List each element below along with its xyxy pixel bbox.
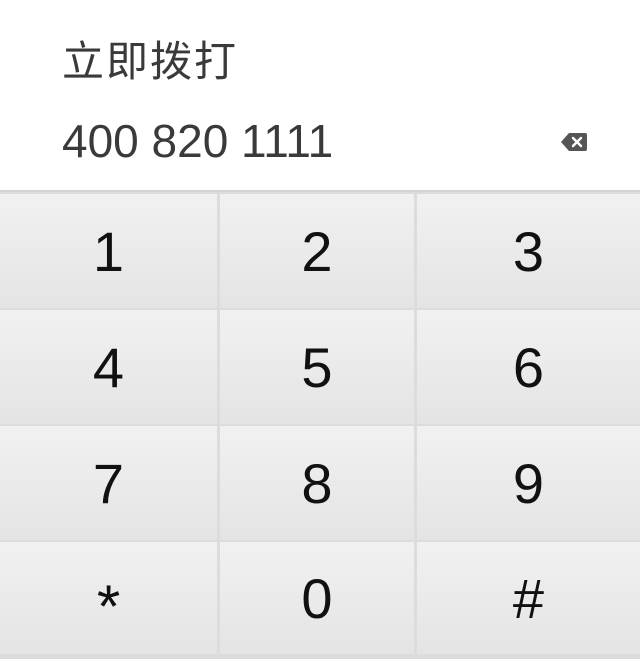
key-6[interactable]: 6 [417, 310, 640, 424]
key-8[interactable]: 8 [220, 426, 414, 540]
phone-number-display: 400 820 1111 [62, 115, 334, 167]
key-hash[interactable]: # [417, 542, 640, 654]
key-label: 0 [301, 566, 333, 630]
backspace-button[interactable] [560, 130, 588, 154]
key-0[interactable]: 0 [220, 542, 414, 654]
key-label: # [512, 566, 545, 630]
dialer-panel: 立即拨打 400 820 1111 1 2 3 4 5 6 7 8 9 * 0 … [0, 0, 640, 659]
key-star[interactable]: * [0, 542, 217, 654]
dial-title: 立即拨打 [62, 37, 239, 86]
key-1[interactable]: 1 [0, 194, 217, 308]
dialer-header: 立即拨打 400 820 1111 [0, 0, 640, 190]
key-label: 8 [301, 451, 333, 515]
key-7[interactable]: 7 [0, 426, 217, 540]
key-label: 7 [92, 451, 125, 515]
key-label: 5 [301, 335, 333, 399]
key-9[interactable]: 9 [417, 426, 640, 540]
backspace-icon [561, 133, 587, 151]
key-label: 6 [512, 335, 545, 399]
key-5[interactable]: 5 [220, 310, 414, 424]
key-3[interactable]: 3 [417, 194, 640, 308]
key-label: 3 [512, 219, 545, 283]
key-label: 1 [92, 219, 125, 283]
key-label: 2 [301, 219, 333, 283]
key-label: 4 [92, 335, 125, 399]
key-2[interactable]: 2 [220, 194, 414, 308]
key-4[interactable]: 4 [0, 310, 217, 424]
key-label: * [96, 572, 121, 640]
key-label: 9 [512, 451, 545, 515]
keypad: 1 2 3 4 5 6 7 8 9 * 0 # [0, 190, 640, 659]
